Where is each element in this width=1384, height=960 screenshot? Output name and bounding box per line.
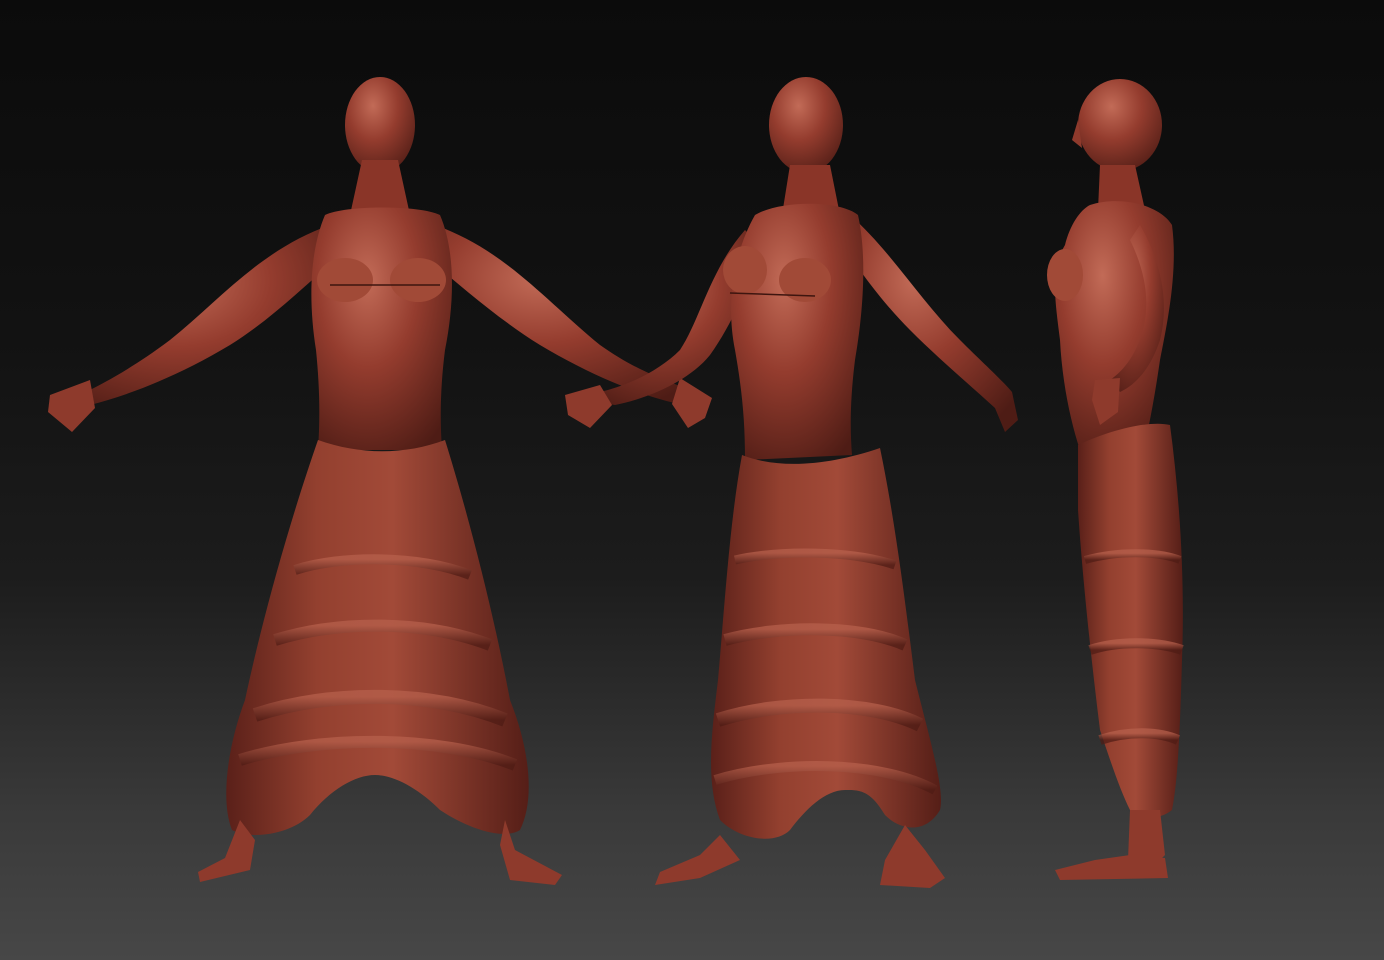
front-view-figure bbox=[48, 77, 712, 885]
sculpt-render bbox=[48, 77, 1184, 888]
side-view-figure bbox=[1047, 79, 1184, 880]
three-quarter-view-figure bbox=[565, 77, 1018, 888]
render-viewport bbox=[0, 0, 1384, 960]
